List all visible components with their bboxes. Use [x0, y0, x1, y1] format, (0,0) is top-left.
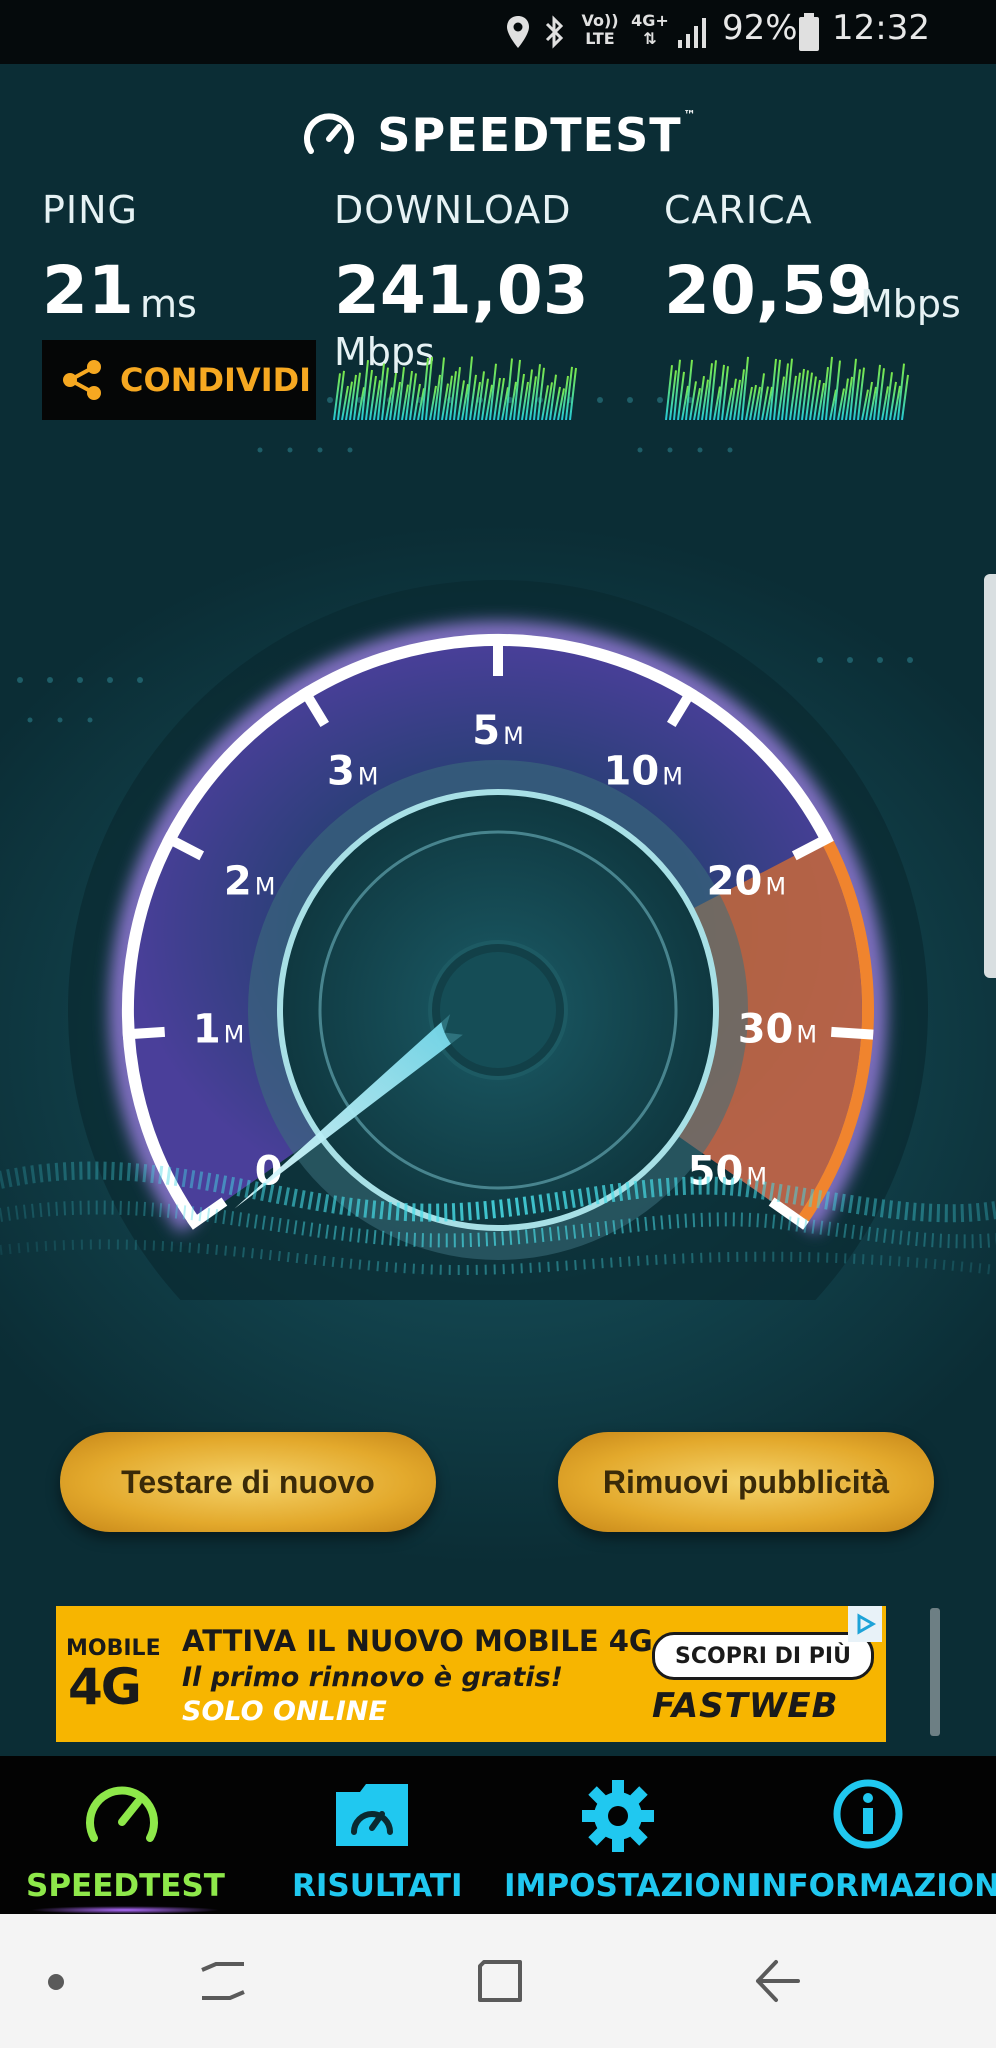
- share-icon: [63, 360, 101, 400]
- ad-banner[interactable]: MOBILE 4G ATTIVA IL NUOVO MOBILE 4G Il p…: [56, 1606, 886, 1742]
- gauge-hub-cap: [440, 952, 556, 1068]
- upload-unit: Mbps: [860, 282, 961, 326]
- ping-label: PING: [42, 188, 138, 232]
- speedtest-logo-icon: [304, 113, 355, 154]
- gauge-tick: [830, 1026, 874, 1040]
- tab-impostazioni-label: IMPOSTAZIONI: [504, 1868, 759, 1904]
- share-button-label: CONDIVIDI: [120, 361, 312, 399]
- status-bar: Vo)) LTE 4G+ ⇅ 92% 12:32: [0, 0, 996, 64]
- signal-icon: [678, 18, 706, 48]
- app-header: SPEEDTEST ™: [0, 100, 996, 170]
- share-button[interactable]: CONDIVIDI: [42, 340, 316, 420]
- ad-play-icon: [857, 1613, 877, 1635]
- ad-tagline: SOLO ONLINE: [182, 1696, 387, 1727]
- volte-top: Vo)): [581, 11, 619, 30]
- tab-informazioni[interactable]: INFORMAZIONI: [746, 1756, 996, 1914]
- ad-subline: Il primo rinnovo è gratis!: [182, 1662, 563, 1693]
- ad-brand: FASTWEB: [652, 1686, 839, 1726]
- upload-label: CARICA: [664, 188, 813, 232]
- gauge-tick: [122, 1026, 166, 1040]
- download-label: DOWNLOAD: [334, 188, 572, 232]
- results-folder-icon: [336, 1784, 408, 1846]
- tab-risultati-label: RISULTATI: [292, 1868, 463, 1904]
- back-icon[interactable]: [752, 1956, 804, 2006]
- ping-unit: ms: [140, 282, 197, 326]
- tab-impostazioni[interactable]: IMPOSTAZIONI: [496, 1756, 758, 1914]
- upload-value: 20,59: [664, 252, 873, 329]
- clock: 12:32: [832, 8, 930, 48]
- bluetooth-icon: [545, 15, 564, 49]
- network-type-label: 4G+: [631, 11, 669, 30]
- wave-particles: [0, 1161, 996, 1276]
- download-value: 241,03: [334, 252, 589, 329]
- speedometer-icon: [86, 1786, 158, 1842]
- tab-speedtest-label: SPEEDTEST: [26, 1868, 225, 1904]
- upload-graph: [665, 356, 909, 420]
- location-icon: [507, 16, 529, 48]
- ad-scrollbar[interactable]: [930, 1608, 940, 1736]
- info-icon: [833, 1779, 903, 1849]
- ping-value: 21: [42, 252, 134, 329]
- ad-choices-icon[interactable]: [848, 1606, 882, 1642]
- tab-informazioni-label: INFORMAZIONI: [750, 1868, 996, 1904]
- bottom-tab-bar: SPEEDTEST RISULTATI IMPOSTAZIONI INFORMA…: [0, 1756, 996, 1914]
- gear-icon: [582, 1780, 654, 1852]
- brand-title-text: SPEEDTEST: [377, 108, 682, 162]
- system-nav-bar: [0, 1914, 996, 2048]
- brand-title: SPEEDTEST ™: [377, 108, 696, 162]
- tab-risultati[interactable]: RISULTATI: [248, 1756, 496, 1914]
- ad-cta-button[interactable]: SCOPRI DI PIÙ: [652, 1632, 874, 1680]
- data-arrows-icon: ⇅: [643, 29, 657, 48]
- retest-button[interactable]: Testare di nuovo: [60, 1432, 436, 1532]
- remove-ads-button[interactable]: Rimuovi pubblicità: [558, 1432, 934, 1532]
- brand-trademark: ™: [683, 108, 697, 122]
- ad-badge-bottom: 4G: [68, 1658, 142, 1716]
- network-type: 4G+ ⇅: [630, 12, 670, 48]
- recents-icon[interactable]: [196, 1956, 252, 2006]
- dot-icon[interactable]: [48, 1974, 64, 1990]
- tab-speedtest[interactable]: SPEEDTEST: [0, 1756, 248, 1914]
- volte-bottom: LTE: [585, 29, 615, 48]
- battery-icon: [799, 13, 819, 51]
- home-icon[interactable]: [474, 1954, 528, 2008]
- battery-percent: 92%: [722, 8, 798, 48]
- active-tab-glow: [30, 1906, 220, 1914]
- volte-indicator: Vo)) LTE: [580, 12, 620, 48]
- ad-headline: ATTIVA IL NUOVO MOBILE 4G: [182, 1624, 653, 1658]
- download-graph: [333, 356, 577, 420]
